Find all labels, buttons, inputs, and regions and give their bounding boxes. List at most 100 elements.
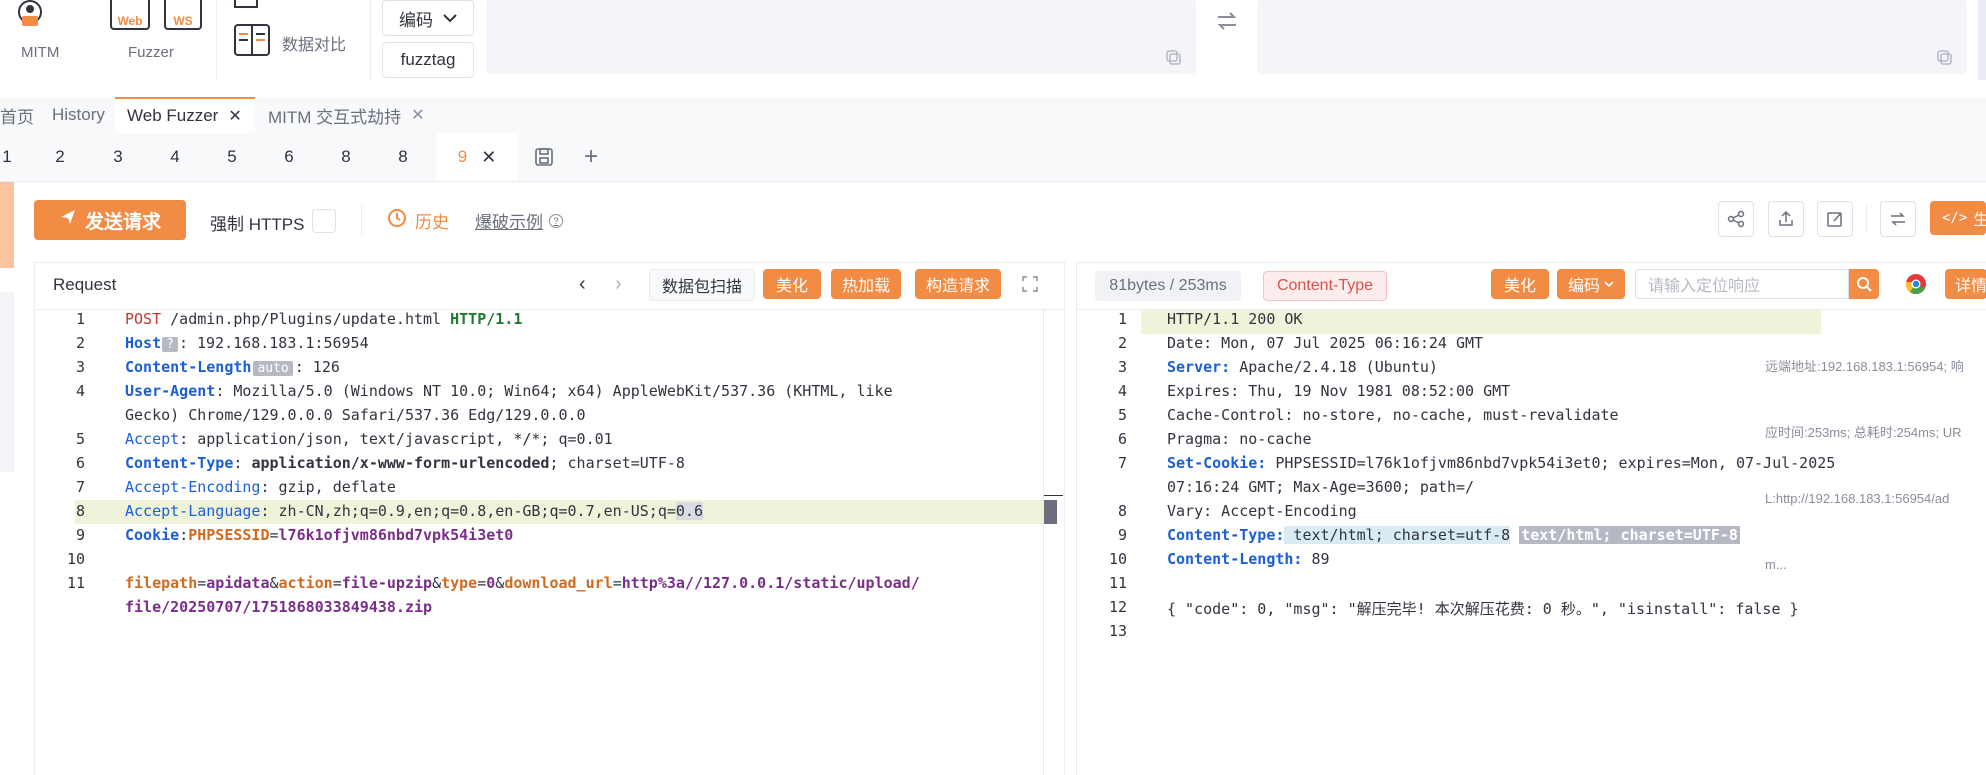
response-body-line[interactable]: { "code": 0, "msg": "解压完毕! 本次解压花费: 0 秒。"… bbox=[1167, 598, 1799, 619]
request-line[interactable]: Accept: application/json, text/javascrip… bbox=[125, 430, 613, 448]
request-line[interactable]: User-Agent: Mozilla/5.0 (Windows NT 10.0… bbox=[125, 382, 893, 400]
mitm-icon[interactable] bbox=[10, 0, 50, 32]
tab-web-fuzzer[interactable]: Web Fuzzer ✕ bbox=[115, 97, 255, 133]
response-line[interactable]: Cache-Control: no-store, no-cache, must-… bbox=[1167, 406, 1619, 424]
line-number: 8 bbox=[75, 502, 85, 520]
fuzzer-tab[interactable]: 2 bbox=[42, 133, 78, 181]
encode-select[interactable]: 编码 bbox=[382, 0, 474, 36]
line-number: 2 bbox=[1117, 334, 1127, 352]
prev-icon[interactable]: ‹ bbox=[579, 273, 586, 296]
fuzzer-tab-active[interactable]: 9 ✕ bbox=[436, 133, 518, 181]
fuzztag-button[interactable]: fuzztag bbox=[382, 42, 474, 78]
export-icon[interactable] bbox=[1768, 201, 1804, 237]
encode-dropdown[interactable]: 编码 bbox=[1557, 269, 1625, 299]
packet-scan-button[interactable]: 数据包扫描 bbox=[649, 269, 755, 301]
header-key: Accept-Language bbox=[125, 502, 261, 520]
fuzzer-tab[interactable]: 8 bbox=[328, 133, 364, 181]
request-body-line[interactable]: filepath=apidata&action=file-upzip&type=… bbox=[125, 574, 920, 592]
side-strip[interactable] bbox=[0, 182, 14, 268]
swap-icon[interactable] bbox=[1214, 8, 1240, 34]
send-request-button[interactable]: 发送请求 bbox=[34, 200, 186, 240]
chrome-icon[interactable] bbox=[1905, 273, 1927, 295]
hot-load-button[interactable]: 热加载 bbox=[831, 269, 901, 299]
divider bbox=[361, 205, 362, 235]
request-line[interactable]: Cookie:PHPSESSID=l76k1ofjvm86nbd7vpk54i3… bbox=[125, 526, 513, 544]
request-line[interactable]: Content-Type: application/x-www-form-url… bbox=[125, 454, 685, 472]
swap-icon[interactable] bbox=[1880, 201, 1916, 237]
fuzzer-label[interactable]: Fuzzer bbox=[128, 44, 174, 61]
clock-icon bbox=[387, 208, 407, 233]
share-icon[interactable] bbox=[1718, 201, 1754, 237]
edit-icon[interactable] bbox=[1817, 201, 1853, 237]
response-meta-line: 远端地址:192.168.183.1:56954; 响 bbox=[1765, 359, 1964, 374]
search-icon[interactable] bbox=[1849, 269, 1879, 299]
response-line[interactable]: Expires: Thu, 19 Nov 1981 08:52:00 GMT bbox=[1167, 382, 1510, 400]
header-key: Cookie bbox=[125, 526, 180, 544]
close-icon[interactable]: ✕ bbox=[411, 105, 424, 125]
fuzzer-tab[interactable]: 3 bbox=[100, 133, 136, 181]
response-line[interactable]: Server: Apache/2.4.18 (Ubuntu) bbox=[1167, 358, 1438, 376]
generate-button[interactable]: </> 生 bbox=[1930, 201, 1986, 235]
tab-mitm-hijack[interactable]: MITM 交互式劫持 ✕ bbox=[268, 97, 438, 133]
force-https-checkbox[interactable] bbox=[312, 209, 336, 233]
fullscreen-icon[interactable] bbox=[1021, 275, 1039, 293]
request-line[interactable]: Accept-Encoding: gzip, deflate bbox=[125, 478, 396, 496]
generate-label: 生 bbox=[1973, 212, 1986, 229]
fuzzer-tab[interactable]: 8 bbox=[385, 133, 421, 181]
close-icon[interactable]: ✕ bbox=[481, 147, 496, 168]
param-value: 0 bbox=[486, 574, 496, 592]
next-icon[interactable]: › bbox=[615, 273, 622, 296]
tab-history[interactable]: History bbox=[52, 97, 112, 133]
compare-label[interactable]: 数据对比 bbox=[282, 31, 346, 55]
auto-badge[interactable]: auto bbox=[253, 361, 293, 376]
close-icon[interactable]: ✕ bbox=[228, 106, 241, 126]
response-line[interactable]: Content-Length: 89 bbox=[1167, 550, 1330, 568]
fuzzer-web-icon[interactable]: Web bbox=[110, 0, 150, 30]
line-number: 13 bbox=[1108, 622, 1127, 640]
response-line[interactable]: Date: Mon, 07 Jul 2025 06:16:24 GMT bbox=[1167, 334, 1483, 352]
blast-example-link[interactable]: 爆破示例 ? bbox=[475, 208, 563, 233]
detail-button[interactable]: 详情 bbox=[1945, 269, 1986, 299]
host-badge[interactable]: ? bbox=[162, 337, 178, 352]
response-line[interactable]: Content-Type: text/html; charset=utf-8 t… bbox=[1167, 526, 1740, 544]
construct-request-button[interactable]: 构造请求 bbox=[915, 269, 1001, 299]
request-line-wrap[interactable]: Gecko) Chrome/129.0.0.0 Safari/537.36 Ed… bbox=[125, 406, 586, 424]
request-line[interactable]: Content-Length auto: 126 bbox=[125, 358, 340, 376]
decode-output-area[interactable] bbox=[1257, 0, 1967, 74]
header-value: : 126 bbox=[294, 358, 340, 376]
scrollbar-track[interactable] bbox=[1043, 310, 1044, 775]
fuzzer-tab[interactable]: 5 bbox=[214, 133, 250, 181]
fuzzer-tab[interactable]: 6 bbox=[271, 133, 307, 181]
request-line[interactable]: Host?: 192.168.183.1:56954 bbox=[125, 334, 369, 352]
side-strip-gray[interactable] bbox=[0, 292, 14, 472]
http-proto: HTTP/1.1 bbox=[450, 310, 523, 328]
request-body-line-wrap[interactable]: file/20250707/1751868033849438.zip bbox=[125, 598, 432, 616]
header-value-selected: 0.6 bbox=[675, 502, 703, 520]
fuzzer-ws-icon[interactable]: WS bbox=[164, 0, 202, 30]
fuzzer-tab[interactable]: 4 bbox=[157, 133, 193, 181]
tab-home[interactable]: 首页 bbox=[0, 97, 34, 133]
copy-icon[interactable] bbox=[1937, 50, 1953, 66]
chevron-down-icon bbox=[1604, 275, 1614, 293]
add-tab-icon[interactable]: + bbox=[576, 133, 606, 181]
compare-icon[interactable] bbox=[234, 24, 270, 56]
encode-input-area[interactable] bbox=[486, 0, 1196, 74]
response-line[interactable]: HTTP/1.1 200 OK bbox=[1167, 310, 1302, 328]
request-line[interactable]: POST /admin.php/Plugins/update.html HTTP… bbox=[125, 310, 522, 328]
response-line-wrap[interactable]: 07:16:24 GMT; Max-Age=3600; path=/ bbox=[1167, 478, 1474, 496]
copy-icon[interactable] bbox=[1166, 50, 1182, 66]
scrollbar[interactable] bbox=[1978, 0, 1986, 80]
response-line[interactable]: Vary: Accept-Encoding bbox=[1167, 502, 1357, 520]
charset-badge: text/html; charset=UTF-8 bbox=[1519, 526, 1740, 544]
response-line[interactable]: Set-Cookie: PHPSESSID=l76k1ofjvm86nbd7vp… bbox=[1167, 454, 1835, 472]
beautify-button[interactable]: 美化 bbox=[1491, 269, 1549, 299]
history-button[interactable]: 历史 bbox=[387, 208, 449, 233]
request-line[interactable]: Accept-Language: zh-CN,zh;q=0.9,en;q=0.8… bbox=[125, 502, 703, 520]
fuzzer-tab[interactable]: 1 bbox=[0, 133, 14, 181]
encode-dropdown-label: 编码 bbox=[1567, 278, 1600, 295]
response-line[interactable]: Pragma: no-cache bbox=[1167, 430, 1312, 448]
save-icon[interactable] bbox=[528, 133, 560, 181]
mitm-label[interactable]: MITM bbox=[21, 44, 59, 61]
locate-response-input[interactable]: 请输入定位响应 bbox=[1635, 269, 1849, 299]
beautify-button[interactable]: 美化 bbox=[763, 269, 821, 299]
